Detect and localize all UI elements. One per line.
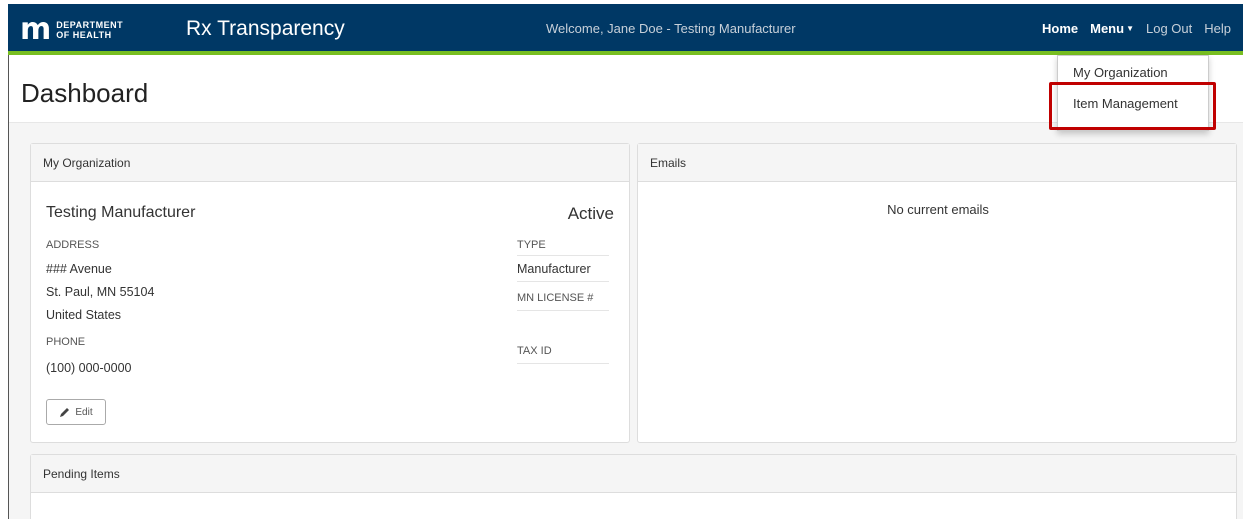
tax-divider [517, 363, 609, 364]
organization-panel: My Organization Testing Manufacturer Act… [30, 143, 630, 443]
type-value: Manufacturer [517, 262, 591, 276]
top-navbar: m DEPARTMENT OF HEALTH Rx Transparency W… [8, 4, 1243, 55]
address-line1: ### Avenue [46, 262, 112, 276]
caret-down-icon: ▼ [1126, 24, 1134, 33]
highlight-box [1049, 82, 1216, 130]
emails-panel: Emails No current emails [637, 143, 1237, 443]
address-label: ADDRESS [46, 239, 100, 251]
welcome-text: Welcome, Jane Doe - Testing Manufacturer [546, 21, 796, 36]
page-title: Dashboard [21, 78, 149, 108]
phone-value: (100) 000-0000 [46, 361, 132, 375]
nav-menu[interactable]: Menu ▼ [1090, 21, 1134, 36]
pencil-icon [60, 407, 70, 417]
type-divider [517, 255, 609, 256]
license-label: MN LICENSE # [517, 292, 594, 304]
address-line2: St. Paul, MN 55104 [46, 285, 155, 299]
address-line3: United States [46, 308, 122, 322]
edit-button-label: Edit [75, 406, 93, 418]
edit-button[interactable]: Edit [46, 399, 106, 425]
app-window: m DEPARTMENT OF HEALTH Rx Transparency W… [0, 0, 1243, 519]
logo-line2: OF HEALTH [56, 30, 112, 40]
nav-menu-label: Menu [1090, 21, 1125, 36]
nav-logout[interactable]: Log Out [1146, 21, 1192, 36]
emails-panel-heading: Emails [638, 144, 1236, 182]
nav-links: Home Menu ▼ Log Out Help [1030, 21, 1231, 36]
tax-id-label: TAX ID [517, 345, 552, 357]
pending-items-panel: Pending Items [30, 454, 1237, 519]
pending-items-heading: Pending Items [31, 455, 1236, 493]
nav-help[interactable]: Help [1204, 21, 1231, 36]
organization-status: Active [567, 204, 614, 223]
type-value-divider [517, 281, 609, 282]
logo-line1: DEPARTMENT [56, 20, 124, 30]
phone-label: PHONE [46, 336, 86, 348]
logo-mark: m [20, 12, 51, 47]
dropdown-item-my-organization[interactable]: My Organization [1073, 65, 1168, 80]
logo-text: DEPARTMENT OF HEALTH [56, 20, 123, 40]
mdh-logo[interactable]: m DEPARTMENT OF HEALTH [20, 15, 123, 45]
nav-home[interactable]: Home [1042, 21, 1078, 36]
app-brand[interactable]: Rx Transparency [186, 17, 345, 41]
license-divider [517, 310, 609, 311]
organization-panel-heading: My Organization [31, 144, 629, 182]
no-emails-message: No current emails [887, 202, 989, 217]
dashboard-content: My Organization Testing Manufacturer Act… [9, 123, 1243, 519]
type-label: TYPE [517, 239, 546, 251]
organization-name: Testing Manufacturer [46, 204, 196, 221]
